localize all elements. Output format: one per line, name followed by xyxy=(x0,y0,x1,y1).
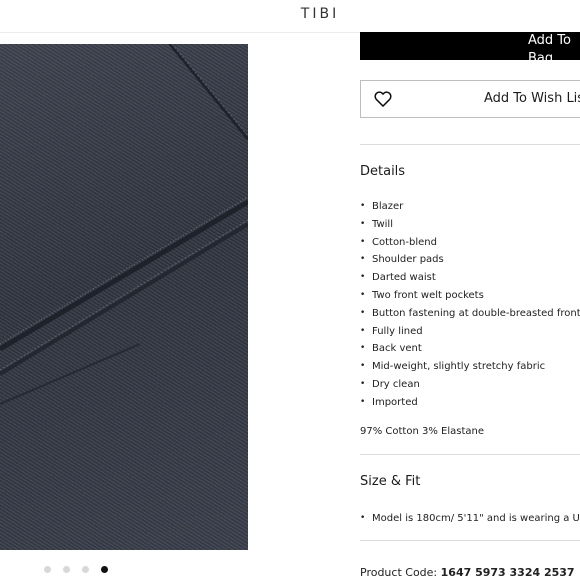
add-to-bag-label: Add To Bag xyxy=(528,33,571,66)
list-item: Back vent xyxy=(360,340,580,358)
size-fit-heading[interactable]: Size & Fit xyxy=(360,474,420,489)
gallery-dot[interactable] xyxy=(82,566,89,573)
list-item: Mid-weight, slightly stretchy fabric xyxy=(360,358,580,376)
size-fit-list: Model is 180cm/ 5'11" and is wearing a U… xyxy=(360,510,580,527)
gallery-pagination xyxy=(44,566,108,573)
list-item: Twill xyxy=(360,216,580,234)
list-item: Fully lined xyxy=(360,323,580,341)
list-item: Dry clean xyxy=(360,376,580,394)
gallery-dot-active[interactable] xyxy=(101,566,108,573)
product-image[interactable] xyxy=(0,44,248,550)
list-item: Shoulder pads xyxy=(360,251,580,269)
site-header: TIBI xyxy=(0,0,580,33)
divider xyxy=(360,540,580,541)
list-item: Blazer xyxy=(360,198,580,216)
heart-icon xyxy=(373,89,393,113)
brand-logo[interactable]: TIBI xyxy=(0,6,580,22)
add-to-bag-button[interactable]: Add To Bag xyxy=(360,32,580,66)
wish-list-label: Add To Wish List xyxy=(484,91,580,106)
list-item: Cotton-blend xyxy=(360,234,580,252)
product-code: Product Code: 1647 5973 3324 2537 xyxy=(360,566,575,579)
list-item: Imported xyxy=(360,394,580,412)
gallery-dot[interactable] xyxy=(63,566,70,573)
divider xyxy=(360,144,580,145)
list-item: Button fastening at double-breasted fron… xyxy=(360,305,580,323)
product-code-value: 1647 5973 3324 2537 xyxy=(440,566,575,579)
gallery-dot[interactable] xyxy=(44,566,51,573)
product-code-label: Product Code: xyxy=(360,566,438,579)
list-item: Two front welt pockets xyxy=(360,287,580,305)
list-item: Darted waist xyxy=(360,269,580,287)
composition-text: 97% Cotton 3% Elastane xyxy=(360,426,484,437)
details-list: Blazer Twill Cotton-blend Shoulder pads … xyxy=(360,198,580,412)
divider xyxy=(360,454,580,455)
add-to-wish-list-button[interactable]: Add To Wish List xyxy=(360,80,580,118)
details-heading[interactable]: Details xyxy=(360,164,405,179)
fabric-seams xyxy=(0,44,248,405)
list-item: Model is 180cm/ 5'11" and is wearing a U… xyxy=(360,510,580,527)
